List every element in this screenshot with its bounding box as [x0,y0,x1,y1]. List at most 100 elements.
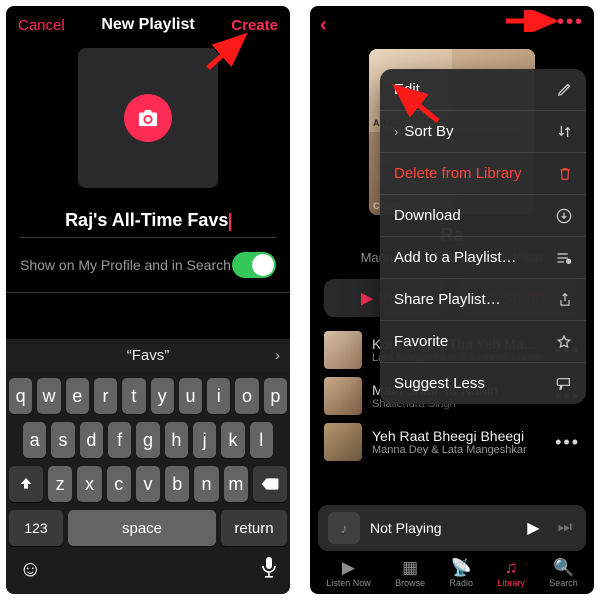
playlist-name-field[interactable]: Raj's All-Time Favs [20,210,276,238]
track-row[interactable]: Yeh Raat Bheegi Bheegi Manna Dey & Lata … [324,423,580,461]
create-button[interactable]: Create [231,17,278,34]
menu-item-add-to-playlist[interactable]: Add to a Playlist… [380,237,586,279]
mini-player-next-icon[interactable]: ⏭ [554,519,576,537]
key-n[interactable]: n [194,466,218,502]
tab-label: Radio [449,578,473,588]
key-y[interactable]: y [151,378,174,414]
emoji-icon[interactable]: ☺ [19,556,41,584]
tab-library[interactable]: ♫ Library [497,559,525,588]
playlist-name-text: Raj's All-Time Favs [65,210,228,231]
chevron-right-icon: › [394,124,398,139]
key-numbers[interactable]: 123 [9,510,63,546]
download-icon [556,208,572,224]
menu-item-edit[interactable]: Edit [380,69,586,111]
key-c[interactable]: c [107,466,131,502]
key-a[interactable]: a [23,422,46,458]
right-screen-playlist: ‹ ••• ARAC CHOR Ra Manna Dey & Lata Mang… [310,6,594,594]
key-x[interactable]: x [77,466,101,502]
back-button[interactable]: ‹ [320,14,327,37]
key-v[interactable]: v [136,466,160,502]
key-space[interactable]: space [68,510,216,546]
mini-player-title: Not Playing [370,520,513,536]
mini-player[interactable]: ♪ Not Playing ▶ ⏭ [318,505,586,551]
keyboard-row-1: q w e r t y u i o p [9,378,287,414]
menu-item-delete[interactable]: Delete from Library [380,153,586,195]
menu-item-share[interactable]: Share Playlist… [380,279,586,321]
pencil-icon [557,82,572,97]
tab-bar: ▶Listen Now ▦Browse 📡 Radio ♫ Library 🔍Sea… [310,551,594,594]
tab-label: Listen Now [326,578,371,588]
key-k[interactable]: k [221,422,244,458]
thumbs-down-icon [556,376,572,392]
menu-label: ›Sort By [394,123,454,140]
key-w[interactable]: w [37,378,60,414]
key-r[interactable]: r [94,378,117,414]
keyboard-suggestion-bar[interactable]: “Favs” › [6,339,290,372]
sort-icon [557,124,572,139]
key-l[interactable]: l [250,422,273,458]
key-p[interactable]: p [264,378,287,414]
key-backspace[interactable] [253,466,287,502]
track-artist: Manna Dey & Lata Mangeshkar [372,444,545,456]
key-t[interactable]: t [122,378,145,414]
key-e[interactable]: e [66,378,89,414]
key-o[interactable]: o [235,378,258,414]
key-i[interactable]: i [207,378,230,414]
new-playlist-header: Cancel New Playlist Create [6,6,290,42]
playlist-add-icon [556,251,572,265]
tab-label: Browse [395,578,425,588]
key-j[interactable]: j [193,422,216,458]
star-icon [556,334,572,350]
keyboard-row-4: 123 space return [9,510,287,546]
key-s[interactable]: s [51,422,74,458]
trash-icon [558,166,572,182]
tab-label: Library [497,578,525,588]
library-icon: ♫ [505,559,518,576]
track-more-icon[interactable]: ••• [555,432,580,453]
key-shift[interactable] [9,466,43,502]
camera-icon [124,94,172,142]
tab-listen-now[interactable]: ▶Listen Now [326,559,371,588]
chevron-right-icon[interactable]: › [262,347,280,364]
more-options-button[interactable]: ••• [557,11,584,34]
text-caret [229,213,231,231]
tab-radio[interactable]: 📡 Radio [449,559,473,588]
key-z[interactable]: z [48,466,72,502]
menu-label: Suggest Less [394,375,485,392]
menu-item-favorite[interactable]: Favorite [380,321,586,363]
menu-label: Favorite [394,333,448,350]
tab-search[interactable]: 🔍Search [549,559,578,588]
key-d[interactable]: d [80,422,103,458]
dictation-icon[interactable] [261,556,277,584]
show-on-profile-toggle[interactable] [232,252,276,278]
keyboard-suggestion[interactable]: “Favs” [34,347,262,364]
share-icon [558,292,572,308]
playlist-header: ‹ ••• [310,6,594,45]
key-h[interactable]: h [165,422,188,458]
keyboard-bottom-row: ☺ [9,554,287,590]
radio-icon: 📡 [451,559,472,576]
show-on-profile-row[interactable]: Show on My Profile and in Search [6,238,290,293]
playlist-artwork-placeholder[interactable] [78,48,218,188]
tab-label: Search [549,578,578,588]
key-return[interactable]: return [221,510,287,546]
cancel-button[interactable]: Cancel [18,17,65,34]
menu-label: Delete from Library [394,165,522,182]
menu-label: Add to a Playlist… [394,249,517,266]
menu-label: Share Playlist… [394,291,501,308]
menu-label: Download [394,207,461,224]
key-b[interactable]: b [165,466,189,502]
playlist-artwork-area [6,42,290,210]
key-m[interactable]: m [224,466,248,502]
mini-player-play-icon[interactable]: ▶ [523,518,543,538]
tab-browse[interactable]: ▦Browse [395,559,425,588]
menu-item-sort-by[interactable]: ›Sort By [380,111,586,153]
context-menu: Edit ›Sort By Delete from Library Downlo… [380,69,586,404]
key-q[interactable]: q [9,378,32,414]
key-u[interactable]: u [179,378,202,414]
menu-item-download[interactable]: Download [380,195,586,237]
key-f[interactable]: f [108,422,131,458]
key-g[interactable]: g [136,422,159,458]
menu-item-suggest-less[interactable]: Suggest Less [380,363,586,404]
track-artwork [324,331,362,369]
